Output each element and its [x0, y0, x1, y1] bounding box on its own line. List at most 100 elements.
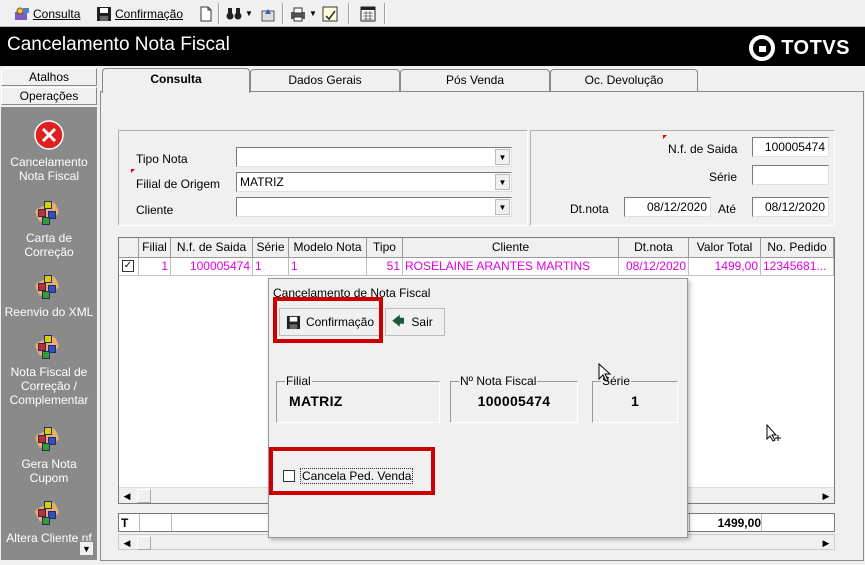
filial-caption: Filial [285, 374, 312, 388]
sidebar-item-reenvio-xml[interactable]: Reenvio do XML [1, 273, 97, 319]
totals-label: T [121, 516, 129, 530]
scroll-left-icon[interactable]: ◀ [119, 488, 135, 504]
totvs-logo: TOTVS [749, 35, 850, 61]
new-document-button[interactable] [198, 4, 217, 23]
scrollbar-thumb[interactable] [137, 536, 151, 550]
atalhos-button[interactable]: Atalhos [1, 68, 97, 86]
column-header[interactable]: Filial [139, 238, 171, 258]
serie-input[interactable] [752, 165, 829, 185]
consulta-button[interactable]: Consulta [14, 4, 80, 23]
required-marker [131, 169, 135, 173]
help-button[interactable] [322, 4, 341, 23]
calendar-button[interactable] [360, 4, 379, 23]
consulta-label: Consulta [33, 6, 81, 21]
nf-saida-input[interactable]: 100005474 [752, 137, 829, 157]
sidebar-item-label: Nota Fiscal de Correção / Complementar [9, 365, 89, 407]
drag-cursor-icon [766, 424, 781, 442]
sidebar-item-gera-nota-cupom[interactable]: Gera Nota Cupom [1, 425, 97, 485]
row-checkbox[interactable]: ✓ [122, 260, 134, 272]
ate-label: Até [718, 202, 737, 216]
sidebar-item-label: Carta de Correção [24, 231, 74, 259]
sidebar-item-label: Gera Nota Cupom [21, 457, 77, 485]
export-icon [261, 8, 275, 21]
column-header[interactable]: No. Pedido [761, 238, 834, 258]
filial-origem-select[interactable]: MATRIZ ▼ [236, 172, 512, 192]
sidebar-item-carta-correcao[interactable]: Carta de Correção [1, 199, 97, 259]
ate-input[interactable]: 08/12/2020 [752, 197, 829, 217]
filial-value: MATRIZ [289, 393, 343, 409]
table-cell: 1 [253, 258, 289, 276]
cliente-label: Cliente [136, 203, 174, 217]
print-button[interactable]: ▼ [290, 4, 317, 23]
dialog-exit-label: Sair [411, 315, 433, 329]
table-row[interactable]: ✓ 1 100005474 1 1 51 ROSELAINE ARANTES M… [119, 258, 834, 276]
mouse-pointer-icon [598, 363, 612, 382]
table-cell: 1499,00 [689, 258, 761, 276]
tab-oc-devolucao[interactable]: Oc. Devolução [550, 69, 698, 91]
boxes-icon [34, 333, 64, 361]
boxes-icon [34, 273, 64, 301]
search-button[interactable]: ▼ [226, 4, 253, 23]
document-icon [200, 6, 212, 21]
toolbar: Consulta Confirmação ▼ ▼ [0, 0, 865, 27]
boxes-icon [34, 199, 64, 227]
column-header[interactable]: Série [253, 238, 289, 258]
tab-consulta[interactable]: Consulta [102, 68, 250, 93]
table-cell: 100005474 [171, 258, 253, 276]
help-icon [322, 6, 338, 21]
window-title: Cancelamento Nota Fiscal [7, 34, 230, 55]
cancel-icon [34, 120, 64, 150]
scroll-right-icon[interactable]: ▶ [818, 488, 834, 504]
nf-saida-label: N.f. de Saida [668, 142, 738, 156]
boxes-icon [34, 499, 64, 527]
sidebar-scroll-down-button[interactable]: ▼ [79, 541, 94, 556]
column-header[interactable]: Tipo [367, 238, 403, 258]
sidebar-item-cancelamento[interactable]: Cancelamento Nota Fiscal [1, 119, 97, 183]
totvs-logo-icon [749, 35, 776, 61]
dialog-exit-button[interactable]: 🡄 Sair [385, 308, 445, 336]
confirmacao-label: Confirmação [115, 6, 184, 21]
table-cell: 1 [139, 258, 171, 276]
scrollbar-thumb[interactable] [137, 489, 151, 503]
operacoes-button[interactable]: Operações [1, 87, 97, 105]
scroll-right-icon[interactable]: ▶ [818, 535, 834, 551]
title-bar: Cancelamento Nota Fiscal TOTVS [0, 27, 865, 66]
chevron-down-icon[interactable]: ▼ [495, 199, 510, 215]
toolbar-separator [282, 3, 284, 24]
nf-value: 100005474 [477, 393, 551, 409]
chevron-down-icon[interactable]: ▼ [495, 174, 510, 190]
tab-dados-gerais[interactable]: Dados Gerais [250, 69, 400, 91]
column-header[interactable]: Modelo Nota [289, 238, 367, 258]
highlight-cancel-checkbox [269, 447, 435, 495]
table-cell: 1 [289, 258, 367, 276]
column-header[interactable]: Valor Total [689, 238, 761, 258]
row-select-cell[interactable]: ✓ [119, 258, 139, 276]
sidebar: Atalhos Operações Cancelamento Nota Fisc… [0, 67, 98, 562]
total-value: 1499,00 [717, 516, 761, 530]
sidebar-item-altera-cliente[interactable]: Altera Cliente nf [1, 499, 97, 545]
dt-nota-input[interactable]: 08/12/2020 [624, 197, 711, 217]
confirmacao-button[interactable]: Confirmação [96, 4, 183, 23]
tipo-nota-select[interactable]: ▼ [236, 147, 512, 167]
column-header[interactable]: Dt.nota [619, 238, 689, 258]
column-header[interactable]: Cliente [403, 238, 619, 258]
totvs-brand-text: TOTVS [781, 36, 850, 59]
tab-pos-venda[interactable]: Pós Venda [400, 69, 550, 91]
nf-field: Nº Nota Fiscal 100005474 [450, 374, 578, 423]
scroll-left-icon[interactable]: ◀ [119, 535, 135, 551]
chevron-down-icon: ▼ [245, 9, 253, 18]
tipo-nota-label: Tipo Nota [136, 152, 188, 166]
table-cell: 08/12/2020 [619, 258, 689, 276]
dt-nota-label: Dt.nota [570, 202, 609, 216]
sidebar-item-nota-correcao[interactable]: Nota Fiscal de Correção / Complementar [1, 333, 97, 407]
chevron-down-icon[interactable]: ▼ [495, 149, 510, 165]
serie-field: Série 1 [592, 374, 678, 423]
serie-value: 1 [630, 393, 640, 409]
toolbar-separator [218, 3, 220, 24]
cliente-select[interactable]: ▼ [236, 197, 512, 217]
column-header[interactable]: N.f. de Saida [171, 238, 253, 258]
table-cell: 12345681... [761, 258, 834, 276]
export-button[interactable] [260, 4, 279, 23]
binoculars-icon [226, 7, 242, 19]
consulta-icon [15, 7, 29, 20]
